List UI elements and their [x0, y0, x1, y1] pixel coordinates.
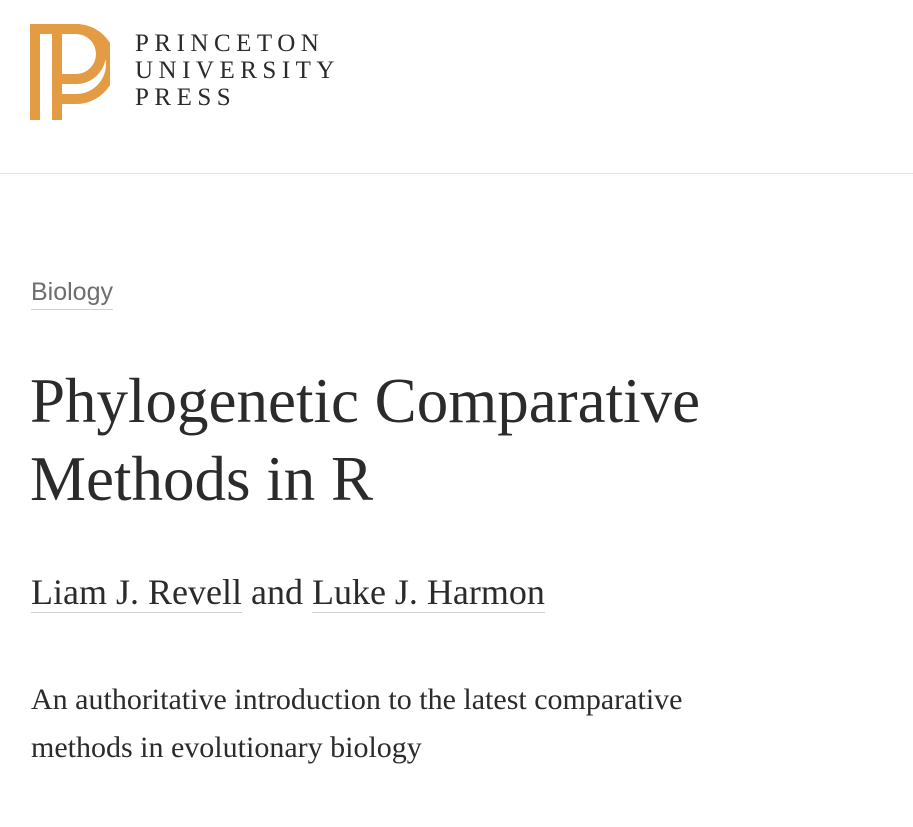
site-header: PRINCETON UNIVERSITY PRESS [0, 0, 913, 174]
author-link-harmon[interactable]: Luke J. Harmon [311, 572, 545, 613]
book-authors: Liam J. Revell and Luke J. Harmon [31, 570, 545, 614]
press-logo-icon [30, 24, 110, 120]
author-link-revell[interactable]: Liam J. Revell [31, 572, 242, 613]
logo-line-1: PRINCETON [135, 30, 325, 57]
category-link[interactable]: Biology [31, 276, 113, 310]
logo-line-2: UNIVERSITY [135, 57, 340, 84]
book-subtitle: An authoritative introduction to the lat… [31, 683, 683, 764]
press-logo-wordmark: PRINCETON UNIVERSITY PRESS [135, 30, 385, 111]
book-title: Phylogenetic Comparative Methods in R [30, 366, 701, 514]
logo-line-3: PRESS [135, 84, 237, 111]
author-joiner: and [250, 572, 303, 612]
